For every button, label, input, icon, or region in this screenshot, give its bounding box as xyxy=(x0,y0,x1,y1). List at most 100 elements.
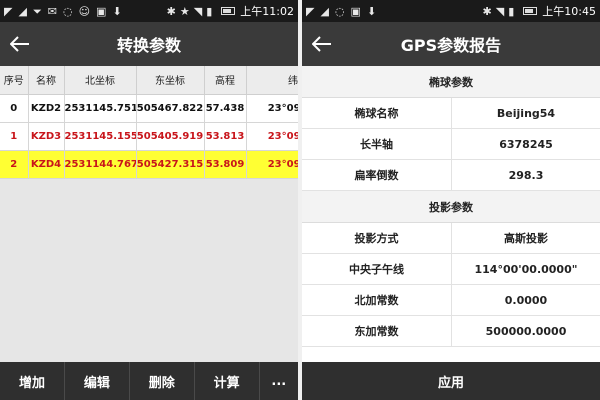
status-glyph-icon: ◢ xyxy=(320,4,329,18)
status-glyph-icon: ⬇ xyxy=(112,4,122,18)
transform-params-screen: ◤ ◢ ⏷ ✉ ◌ ☺ ▣ ⬇ ✱ ★ ◥ ▮ 上午11:02 转换参数 序号 名称 北坐标 东坐标 高程纬… xyxy=(0,0,298,400)
table-cell: 53.809 xyxy=(204,150,247,179)
table-row[interactable]: 0KZD22531145.751505467.82257.43823°09'59… xyxy=(0,94,298,123)
status-time: 上午10:45 xyxy=(542,5,596,18)
param-label: 扁率倒数 xyxy=(302,160,452,190)
column-header: 纬度 xyxy=(246,66,298,95)
table-header-row: 序号名称北坐标东坐标高程纬度 xyxy=(0,66,298,95)
title-bar: GPS参数报告 xyxy=(302,22,600,66)
status-right: ✱ ◥ ▮ 上午10:45 xyxy=(483,3,596,19)
table-cell: 23°09'59.6 xyxy=(246,122,298,151)
status-icons: ◤ ◢ ◌ ▣ ⬇ xyxy=(306,6,477,17)
apply-button[interactable]: 应用 xyxy=(302,362,600,400)
edit-button[interactable]: 编辑 xyxy=(65,362,130,400)
status-glyph-icon: ◌ xyxy=(334,4,345,18)
status-glyph-icon: ◤ xyxy=(306,4,315,18)
add-button[interactable]: 增加 xyxy=(0,362,65,400)
status-glyph-icon: ◌ xyxy=(62,4,73,18)
table-row[interactable]: 2KZD42531144.767505427.31553.80923°09'59… xyxy=(0,150,298,179)
back-arrow-icon[interactable] xyxy=(302,22,342,66)
column-header: 名称 xyxy=(28,66,65,95)
page-title: GPS参数报告 xyxy=(400,36,502,55)
status-glyph-icon: ▣ xyxy=(96,4,107,18)
param-value: 500000.0000 xyxy=(485,324,567,338)
table-cell: 0 xyxy=(0,94,29,123)
calculate-button[interactable]: 计算 xyxy=(195,362,260,400)
table-cell: 505467.822 xyxy=(136,94,205,123)
param-row: 中央子午线 114°00'00.0000" xyxy=(302,254,600,285)
status-right-icons: ✱ ★ ◥ ▮ xyxy=(167,5,217,18)
table-cell: 505405.919 xyxy=(136,122,205,151)
table-cell: KZD2 xyxy=(28,94,65,123)
status-glyph-icon: ▮ xyxy=(206,4,213,18)
table-cell: 2531145.751 xyxy=(64,94,137,123)
param-row: 投影方式 高斯投影 xyxy=(302,223,600,254)
table-cell: 23°09'59.7 xyxy=(246,94,298,123)
param-label: 中央子午线 xyxy=(302,254,452,284)
status-time: 上午11:02 xyxy=(240,5,294,18)
title-bar: 转换参数 xyxy=(0,22,298,66)
column-header: 北坐标 xyxy=(64,66,137,95)
back-arrow-icon[interactable] xyxy=(0,22,40,66)
param-value: 高斯投影 xyxy=(504,232,548,245)
points-table: 序号名称北坐标东坐标高程纬度 0KZD22531145.751505467.82… xyxy=(0,66,298,179)
column-header: 序号 xyxy=(0,66,29,95)
status-glyph-icon: ◥ xyxy=(193,4,203,18)
table-cell: 57.438 xyxy=(204,94,247,123)
status-glyph-icon: ◤ xyxy=(4,4,13,18)
status-right: ✱ ★ ◥ ▮ 上午11:02 xyxy=(167,3,294,19)
table-cell: KZD3 xyxy=(28,122,65,151)
param-label: 北加常数 xyxy=(302,285,452,315)
delete-button[interactable]: 删除 xyxy=(130,362,195,400)
param-label: 东加常数 xyxy=(302,316,452,346)
param-sections: 椭球参数 椭球名称 Beijing54 长半轴 6378245 扁率倒数 298.3 投影参数… xyxy=(302,66,600,347)
param-row: 椭球名称 Beijing54 xyxy=(302,98,600,129)
column-header: 东坐标 xyxy=(136,66,205,95)
status-glyph-icon: ✉ xyxy=(47,4,57,18)
param-label: 椭球名称 xyxy=(302,98,452,128)
status-glyph-icon: ✱ xyxy=(482,4,492,18)
status-glyph-icon: ◢ xyxy=(18,4,27,18)
status-glyph-icon: ☺ xyxy=(78,4,91,18)
section-heading: 椭球参数 xyxy=(302,66,600,98)
table-cell: 505427.315 xyxy=(136,150,205,179)
param-value: 0.0000 xyxy=(504,293,548,307)
status-bar: ◤ ◢ ⏷ ✉ ◌ ☺ ▣ ⬇ ✱ ★ ◥ ▮ 上午11:02 xyxy=(0,0,298,22)
status-glyph-icon: ⬇ xyxy=(366,4,377,18)
table-cell: 53.813 xyxy=(204,122,247,151)
status-glyph-icon: ▣ xyxy=(350,4,361,18)
table-cell: 2531145.155 xyxy=(64,122,137,151)
battery-icon xyxy=(523,7,538,15)
status-right-icons: ✱ ◥ ▮ xyxy=(483,5,519,18)
param-row: 扁率倒数 298.3 xyxy=(302,160,600,191)
param-value: 298.3 xyxy=(508,168,544,182)
param-value: 114°00'00.0000" xyxy=(474,262,578,276)
page-title: 转换参数 xyxy=(116,36,181,55)
param-label: 长半轴 xyxy=(302,129,452,159)
status-glyph-icon: ★ xyxy=(179,4,190,18)
bottom-toolbar: 增加 编辑 删除 计算... xyxy=(0,362,298,400)
param-value: 6378245 xyxy=(499,137,553,151)
status-bar: ◤ ◢ ◌ ▣ ⬇ ✱ ◥ ▮ 上午10:45 xyxy=(302,0,600,22)
table-cell: 1 xyxy=(0,122,29,151)
battery-icon xyxy=(221,7,236,15)
status-glyph-icon: ⏷ xyxy=(32,4,42,18)
table-cell: 2531144.767 xyxy=(64,150,137,179)
column-header: 高程 xyxy=(204,66,247,95)
status-glyph-icon: ◥ xyxy=(495,4,505,18)
table-row[interactable]: 1KZD32531145.155505405.91953.81323°09'59… xyxy=(0,122,298,151)
table-cell: 2 xyxy=(0,150,29,179)
table-cell: 23°09'59.6 xyxy=(246,150,298,179)
table-cell: KZD4 xyxy=(28,150,65,179)
param-value: Beijing54 xyxy=(496,106,556,120)
param-row: 北加常数 0.0000 xyxy=(302,285,600,316)
param-row: 东加常数 500000.0000 xyxy=(302,316,600,347)
status-icons: ◤ ◢ ⏷ ✉ ◌ ☺ ▣ ⬇ xyxy=(4,6,161,17)
status-glyph-icon: ✱ xyxy=(166,4,176,18)
gps-report-screen: ◤ ◢ ◌ ▣ ⬇ ✱ ◥ ▮ 上午10:45 GPS参数报告 椭球参数 椭球名称 Beijin… xyxy=(302,0,600,400)
param-label: 投影方式 xyxy=(302,223,452,253)
status-glyph-icon: ▮ xyxy=(508,4,515,18)
more-button[interactable]: ... xyxy=(260,362,298,400)
points-table-container[interactable]: 序号名称北坐标东坐标高程纬度 0KZD22531145.751505467.82… xyxy=(0,66,298,179)
section-heading: 投影参数 xyxy=(302,191,600,223)
